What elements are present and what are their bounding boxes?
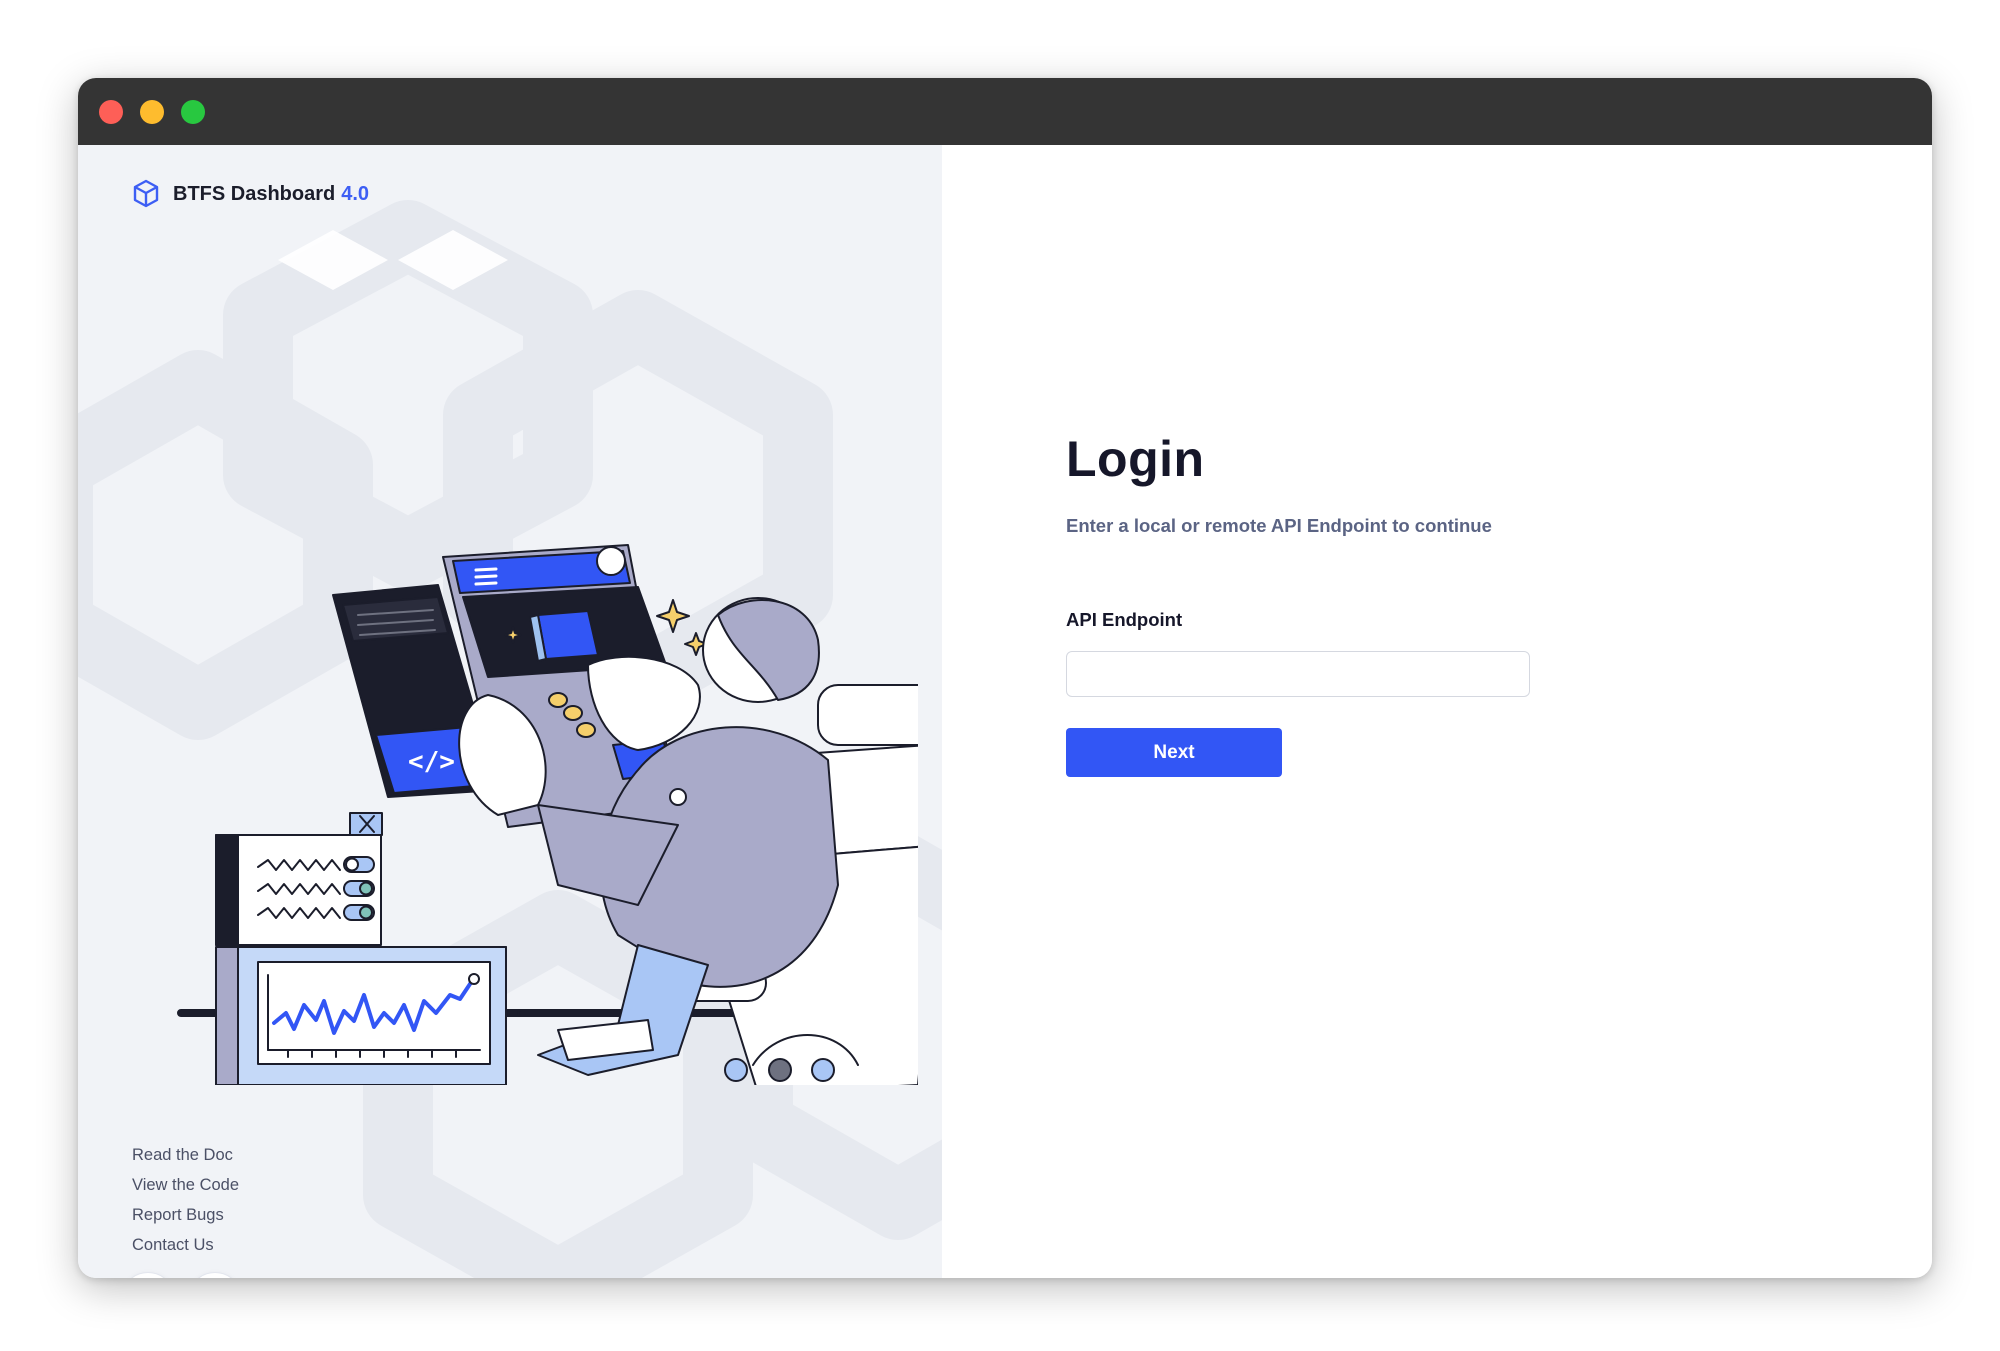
brand[interactable]: BTFS Dashboard 4.0	[130, 178, 369, 210]
read-doc-link[interactable]: Read the Doc	[132, 1140, 239, 1170]
contact-us-link[interactable]: Contact Us	[132, 1230, 239, 1260]
api-endpoint-input[interactable]	[1066, 651, 1530, 697]
view-code-link[interactable]: View the Code	[132, 1170, 239, 1200]
minimize-window-button[interactable]	[140, 100, 164, 124]
close-window-button[interactable]	[99, 100, 123, 124]
developer-illustration: </>	[177, 544, 918, 1085]
api-endpoint-label: API Endpoint	[1066, 609, 1183, 630]
brand-version: 4.0	[341, 182, 370, 205]
login-title: Login	[1066, 431, 1205, 487]
title-bar	[78, 78, 1932, 145]
app-window: BTFS Dashboard 4.0 </> Read the Doc View…	[78, 78, 1932, 1278]
maximize-window-button[interactable]	[181, 100, 205, 124]
cube-logo-icon	[133, 179, 159, 208]
login-subtitle: Enter a local or remote API Endpoint to …	[1066, 515, 1492, 536]
left-panel: BTFS Dashboard 4.0 </> Read the Doc View…	[78, 145, 942, 1278]
footer-links: Read the Doc View the Code Report Bugs C…	[132, 1140, 239, 1260]
next-button[interactable]: Next	[1066, 728, 1282, 777]
brand-name: BTFS Dashboard	[173, 182, 336, 205]
report-bugs-link[interactable]: Report Bugs	[132, 1200, 239, 1230]
svg-text:</>: </>	[408, 747, 455, 777]
login-panel: Login Enter a local or remote API Endpoi…	[942, 145, 1932, 1278]
